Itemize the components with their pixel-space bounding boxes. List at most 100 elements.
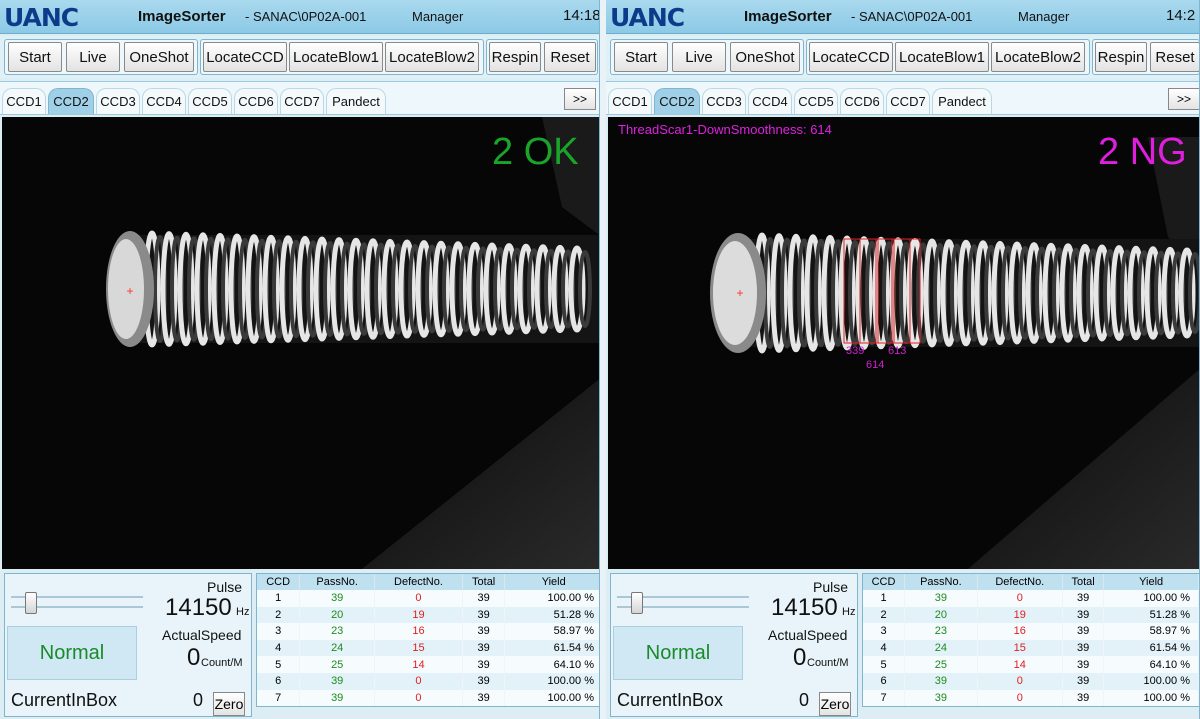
tab-ccd3[interactable]: CCD3: [96, 88, 140, 114]
ccd-cell: 1: [257, 590, 301, 607]
total-cell: 39: [1062, 639, 1105, 657]
tab-pandect[interactable]: Pandect: [932, 88, 992, 114]
locate-ccd-button[interactable]: LocateCCD: [203, 42, 287, 72]
table-row: 4 24 15 39 61.54 %: [863, 639, 1199, 657]
slider-thumb[interactable]: [25, 592, 37, 614]
start-button[interactable]: Start: [614, 42, 668, 72]
yield-cell: 58.97 %: [1103, 623, 1199, 640]
col-total: Total: [462, 574, 506, 590]
yield-cell: 100.00 %: [1103, 590, 1199, 607]
col-ccd: CCD: [257, 574, 301, 590]
camera-view-left: + 2 OK: [2, 117, 599, 569]
yield-cell: 100.00 %: [1103, 672, 1199, 690]
pulse-slider[interactable]: [617, 592, 749, 614]
locate-ccd-button[interactable]: LocateCCD: [809, 42, 893, 72]
tab-ccd4[interactable]: CCD4: [142, 88, 186, 114]
tab-ccd1[interactable]: CCD1: [2, 88, 46, 114]
tab-pandect[interactable]: Pandect: [326, 88, 386, 114]
yield-cell: 51.28 %: [504, 606, 599, 624]
live-button[interactable]: Live: [66, 42, 120, 72]
yield-cell: 64.10 %: [1103, 656, 1199, 673]
total-cell: 39: [462, 639, 506, 657]
defect-cell: 0: [374, 672, 463, 690]
zero-button[interactable]: Zero: [213, 692, 245, 716]
yield-cell: 61.54 %: [504, 639, 599, 657]
table-row: 7 39 0 39 100.00 %: [257, 689, 599, 707]
zero-button[interactable]: Zero: [819, 692, 851, 716]
table-row: 3 23 16 39 58.97 %: [863, 623, 1199, 640]
tab-ccd2[interactable]: CCD2: [654, 88, 700, 114]
title-bar: UANC ImageSorter - SANAC\0P02A-001 Manag…: [606, 0, 1199, 34]
pulse-label: Pulse: [813, 579, 849, 595]
tab-ccd2[interactable]: CCD2: [48, 88, 94, 114]
ccd-cell: 5: [863, 656, 906, 673]
table-row: 3 23 16 39 58.97 %: [257, 623, 599, 640]
locate-blow1-button[interactable]: LocateBlow1: [895, 42, 989, 72]
tab-ccd7[interactable]: CCD7: [280, 88, 324, 114]
box-count-label: CurrentInBox: [617, 690, 724, 710]
defect-cell: 19: [374, 606, 463, 624]
pass-cell: 25: [299, 656, 376, 673]
total-cell: 39: [1062, 590, 1105, 607]
reset-group: Respin Reset: [486, 39, 598, 75]
oneshot-button[interactable]: OneShot: [124, 42, 194, 72]
ccd-cell: 6: [863, 672, 906, 690]
defect-cell: 16: [977, 623, 1063, 640]
tab-ccd1[interactable]: CCD1: [608, 88, 652, 114]
ccd-tabs: CCD1 CCD2 CCD3 CCD4 CCD5 CCD6 CCD7 Pande…: [606, 81, 1199, 115]
table-row: 1 39 0 39 100.00 %: [257, 590, 599, 607]
reset-button[interactable]: Reset: [544, 42, 596, 72]
respin-button[interactable]: Respin: [1095, 42, 1147, 72]
live-button[interactable]: Live: [672, 42, 726, 72]
box-label-2: 613: [888, 345, 907, 357]
camera-view-right: + ThreadScar1-DownSmoothness: 614 2 NG 3…: [608, 117, 1199, 569]
tab-ccd3[interactable]: CCD3: [702, 88, 746, 114]
tab-ccd6[interactable]: CCD6: [840, 88, 884, 114]
box-count-label: CurrentInBox: [11, 690, 118, 710]
total-cell: 39: [462, 672, 506, 690]
pass-cell: 24: [904, 639, 978, 657]
toolbar: Start Live OneShot LocateCCD LocateBlow1…: [0, 36, 599, 78]
pass-cell: 25: [904, 656, 978, 673]
ccd-cell: 2: [257, 606, 301, 624]
speed-unit: Count/M: [807, 657, 849, 669]
table-row: 1 39 0 39 100.00 %: [863, 590, 1199, 607]
yield-cell: 100.00 %: [504, 590, 599, 607]
title-bar: UANC ImageSorter - SANAC\0P02A-001 Manag…: [0, 0, 599, 34]
pass-cell: 39: [299, 590, 376, 607]
pulse-slider[interactable]: [11, 592, 143, 614]
tab-ccd4[interactable]: CCD4: [748, 88, 792, 114]
run-group: Start Live OneShot: [610, 39, 804, 75]
speed-label: ActualSpeed: [162, 627, 242, 643]
tab-ccd7[interactable]: CCD7: [886, 88, 930, 114]
stats-table: CCD PassNo. DefectNo. Total Yield 1 39 0 39…: [256, 573, 599, 708]
oneshot-button[interactable]: OneShot: [730, 42, 800, 72]
start-button[interactable]: Start: [8, 42, 62, 72]
yield-cell: 100.00 %: [504, 672, 599, 690]
reset-button[interactable]: Reset: [1150, 42, 1199, 72]
stats-table: CCD PassNo. DefectNo. Total Yield 1 39 0 39…: [862, 573, 1199, 708]
locate-blow2-button[interactable]: LocateBlow2: [385, 42, 479, 72]
user-role: Manager: [412, 9, 464, 24]
col-defect: DefectNo.: [977, 574, 1063, 590]
locate-blow2-button[interactable]: LocateBlow2: [991, 42, 1085, 72]
speed-value: 0: [793, 644, 807, 671]
locate-blow1-button[interactable]: LocateBlow1: [289, 42, 383, 72]
tab-scroll-button[interactable]: >>: [1168, 88, 1199, 110]
respin-button[interactable]: Respin: [489, 42, 541, 72]
pass-cell: 24: [299, 639, 376, 657]
tab-scroll-button[interactable]: >>: [564, 88, 596, 110]
ccd-tabs: CCD1 CCD2 CCD3 CCD4 CCD5 CCD6 CCD7 Pande…: [0, 81, 599, 115]
brand-logo: UANC: [610, 3, 685, 32]
stats-rows: 1 39 0 39 100.00 % 2 20 19 39 51.28 % 3 23 16 39 58.97…: [863, 590, 1199, 707]
defect-cell: 0: [374, 689, 463, 707]
tab-ccd5[interactable]: CCD5: [188, 88, 232, 114]
ccd-cell: 4: [863, 639, 906, 657]
total-cell: 39: [1062, 689, 1105, 707]
table-row: 5 25 14 39 64.10 %: [863, 656, 1199, 673]
tab-ccd6[interactable]: CCD6: [234, 88, 278, 114]
yield-cell: 100.00 %: [1103, 689, 1199, 707]
speed-label: ActualSpeed: [768, 627, 848, 643]
slider-thumb[interactable]: [631, 592, 643, 614]
tab-ccd5[interactable]: CCD5: [794, 88, 838, 114]
